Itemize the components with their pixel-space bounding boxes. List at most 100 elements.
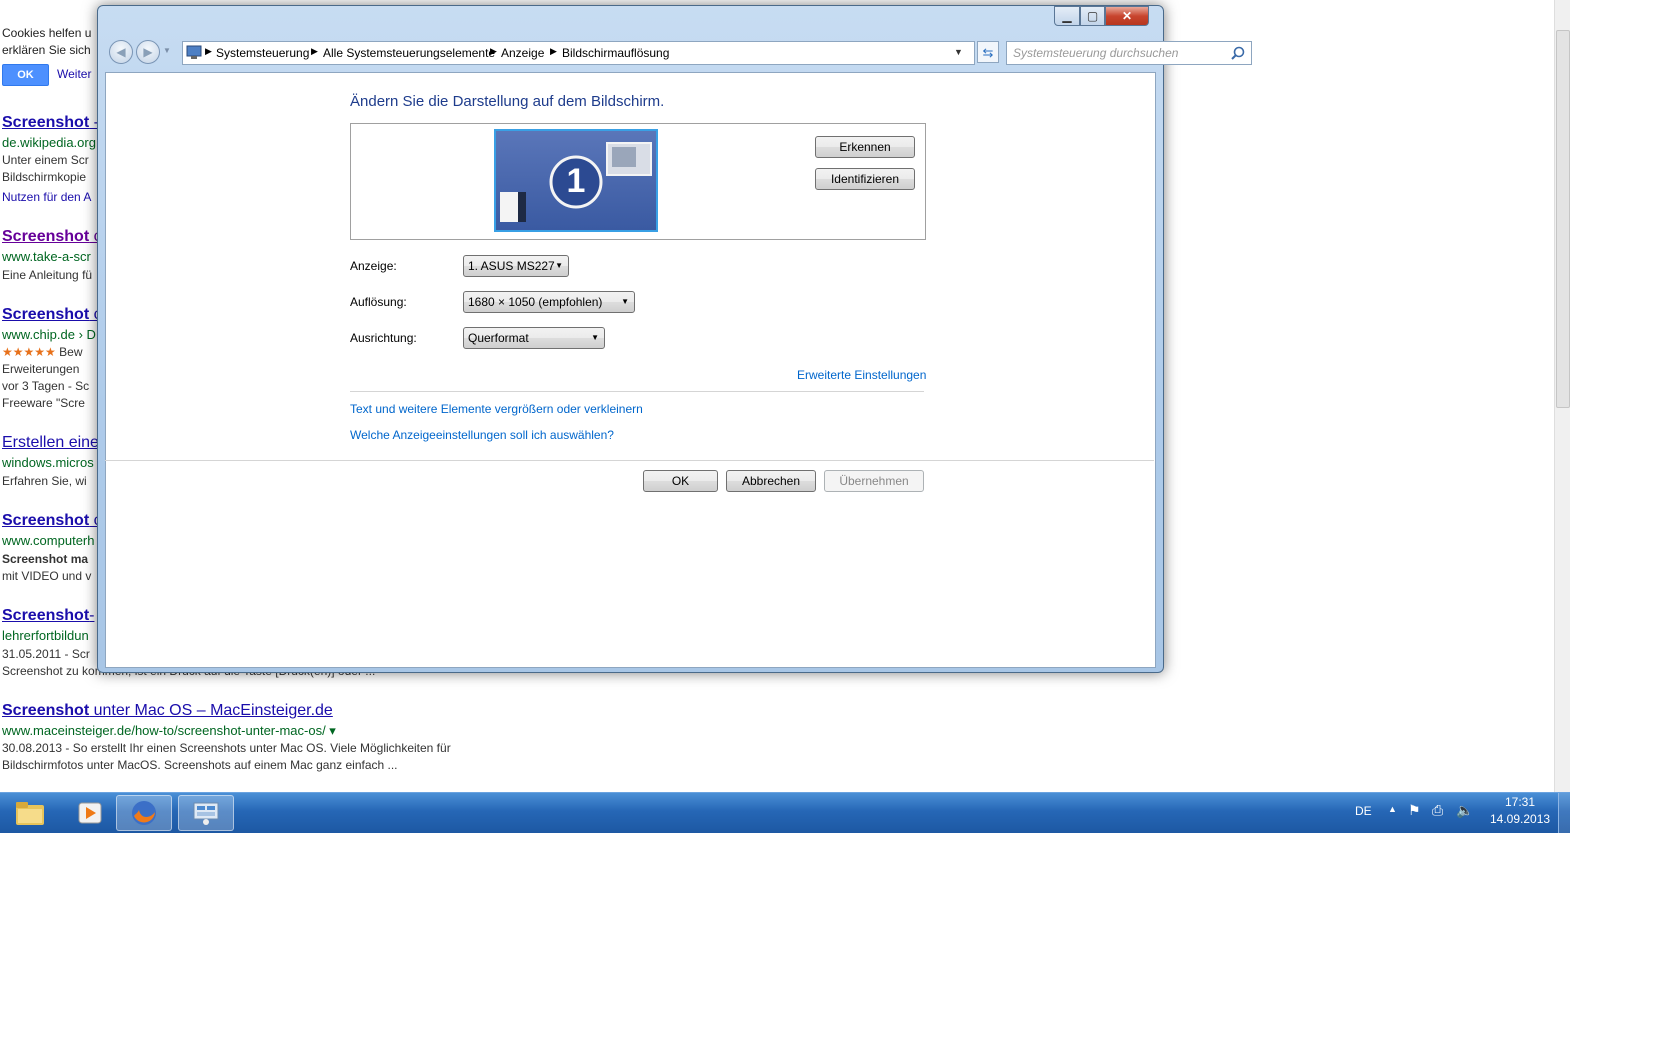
breadcrumb-chevron-icon: ▶ bbox=[550, 46, 557, 56]
minimize-button[interactable]: ▁ bbox=[1054, 6, 1080, 26]
control-panel-icon bbox=[186, 45, 202, 59]
refresh-button[interactable]: ⇆ bbox=[977, 41, 999, 63]
search-result-title[interactable]: Screenshot c bbox=[2, 228, 102, 246]
orientation-select-value: Querformat bbox=[468, 331, 529, 345]
search-result-title[interactable]: Screenshot- bbox=[2, 607, 94, 625]
search-result-title[interactable]: Screenshot - bbox=[2, 114, 99, 132]
breadcrumb-anzeige[interactable]: Anzeige bbox=[501, 46, 544, 60]
firefox-icon bbox=[132, 801, 156, 825]
display-select-value: 1. ASUS MS227 bbox=[468, 259, 555, 273]
taskbar-firefox-button[interactable] bbox=[116, 795, 172, 831]
search-result-title[interactable]: Screenshot c bbox=[2, 512, 102, 530]
forward-arrow-icon: ▶ bbox=[143, 45, 153, 59]
show-hidden-icons-arrow-icon[interactable]: ▲ bbox=[1388, 804, 1397, 814]
display-settings-icon bbox=[193, 802, 219, 825]
search-result-snippet: Freeware "Scre bbox=[2, 396, 85, 410]
display-label: Anzeige: bbox=[350, 259, 397, 273]
search-result-url: lehrerfortbildun bbox=[2, 628, 89, 643]
maximize-button[interactable]: ▢ bbox=[1080, 6, 1105, 26]
recent-pages-dropdown-icon[interactable]: ▼ bbox=[163, 46, 171, 55]
ok-button[interactable]: OK bbox=[643, 470, 718, 492]
search-result-snippet: Bildschirmfotos unter MacOS. Screenshots… bbox=[2, 758, 398, 772]
search-icon[interactable] bbox=[1231, 46, 1245, 60]
clock-time[interactable]: 17:31 bbox=[1505, 795, 1535, 809]
search-result-snippet: mit VIDEO und v bbox=[2, 569, 92, 583]
monitor-number: 1 bbox=[566, 162, 586, 200]
forward-button[interactable]: ▶ bbox=[136, 40, 160, 64]
taskbar-explorer-button[interactable] bbox=[2, 795, 58, 831]
search-result-sitelink[interactable]: Nutzen für den A bbox=[2, 190, 91, 204]
detect-button[interactable]: Erkennen bbox=[815, 136, 915, 158]
search-result-title[interactable]: Screenshot unter Mac OS – MacEinsteiger.… bbox=[2, 702, 333, 720]
maximize-icon: ▢ bbox=[1086, 9, 1099, 23]
back-button[interactable]: ◀ bbox=[109, 40, 133, 64]
page-scrollbar-thumb[interactable] bbox=[1556, 30, 1570, 408]
advanced-settings-link[interactable]: Erweiterte Einstellungen bbox=[797, 368, 926, 382]
cookie-notice-line1: Cookies helfen u bbox=[2, 26, 92, 40]
apply-button[interactable]: Übernehmen bbox=[824, 470, 924, 492]
resolution-label: Auflösung: bbox=[350, 295, 407, 309]
search-result-snippet: 30.08.2013 - So erstellt Ihr einen Scree… bbox=[2, 741, 451, 755]
clock-date[interactable]: 14.09.2013 bbox=[1490, 812, 1550, 826]
text-size-link[interactable]: Text und weitere Elemente vergrößern ode… bbox=[350, 402, 643, 416]
taskbar: DE ▲ ⚑ ⎙ 🔈 17:31 14.09.2013 bbox=[0, 792, 1571, 833]
breadcrumb-alle-elemente[interactable]: Alle Systemsteuerungselemente bbox=[323, 46, 495, 60]
search-result-snippet: 31.05.2011 - Scr bbox=[2, 647, 90, 661]
search-result-url: www.maceinsteiger.de/how-to/screenshot-u… bbox=[2, 723, 336, 738]
close-icon: ✕ bbox=[1121, 9, 1133, 23]
search-result-url: www.take-a-scr bbox=[2, 249, 91, 264]
language-indicator[interactable]: DE bbox=[1355, 804, 1372, 818]
volume-icon[interactable]: 🔈 bbox=[1456, 802, 1473, 819]
cancel-button[interactable]: Abbrechen bbox=[726, 470, 816, 492]
search-result-snippet: Erfahren Sie, wi bbox=[2, 474, 87, 488]
refresh-icon: ⇆ bbox=[982, 45, 994, 60]
back-arrow-icon: ◀ bbox=[116, 45, 126, 59]
cookie-notice-line2: erklären Sie sich bbox=[2, 43, 91, 57]
taskbar-mediaplayer-button[interactable] bbox=[62, 795, 118, 831]
resolution-select[interactable]: 1680 × 1050 (empfohlen) ▼ bbox=[463, 291, 635, 313]
search-result-snippet: Erweiterungen bbox=[2, 362, 80, 376]
search-result-url: windows.micros bbox=[2, 455, 94, 470]
monitor-1-thumbnail[interactable]: 1 bbox=[494, 129, 658, 232]
breadcrumb-systemsteuerung[interactable]: Systemsteuerung bbox=[216, 46, 309, 60]
breadcrumb-chevron-icon: ▶ bbox=[490, 46, 497, 56]
search-result-snippet: Eine Anleitung fü bbox=[2, 268, 93, 282]
search-result-snippet: vor 3 Tagen - Sc bbox=[2, 379, 90, 393]
which-settings-link[interactable]: Welche Anzeigeeinstellungen soll ich aus… bbox=[350, 428, 614, 442]
taskbar-controlpanel-button[interactable] bbox=[178, 795, 234, 831]
identify-button[interactable]: Identifizieren bbox=[815, 168, 915, 190]
search-result-title[interactable]: Screenshot c bbox=[2, 306, 102, 324]
footer-divider bbox=[105, 460, 1154, 461]
orientation-label: Ausrichtung: bbox=[350, 331, 417, 345]
search-input[interactable]: Systemsteuerung durchsuchen bbox=[1006, 41, 1252, 65]
chevron-down-icon: ▼ bbox=[621, 297, 629, 306]
search-result-title[interactable]: Erstellen eine bbox=[2, 434, 99, 452]
minimize-icon: ▁ bbox=[1062, 9, 1072, 23]
cookie-ok-button[interactable]: OK bbox=[2, 64, 49, 86]
search-result-url: www.computerh bbox=[2, 533, 95, 548]
section-divider bbox=[350, 391, 924, 392]
search-result-rating: ★★★★★ Bew bbox=[2, 345, 83, 359]
folder-icon bbox=[16, 802, 44, 825]
chevron-down-icon: ▼ bbox=[555, 261, 563, 270]
resolution-select-value: 1680 × 1050 (empfohlen) bbox=[468, 295, 603, 309]
orientation-select[interactable]: Querformat ▼ bbox=[463, 327, 605, 349]
address-dropdown-icon[interactable]: ▼ bbox=[954, 47, 963, 57]
search-result-snippet: Unter einem Scr bbox=[2, 153, 89, 167]
action-center-flag-icon[interactable]: ⚑ bbox=[1408, 802, 1421, 819]
media-player-icon bbox=[78, 802, 102, 824]
page-title: Ändern Sie die Darstellung auf dem Bilds… bbox=[350, 93, 665, 110]
search-result-url: de.wikipedia.org bbox=[2, 135, 96, 150]
address-bar[interactable]: ▶ Systemsteuerung ▶ Alle Systemsteuerung… bbox=[182, 41, 975, 65]
breadcrumb-bildschirmaufloesung[interactable]: Bildschirmauflösung bbox=[562, 46, 669, 60]
breadcrumb-chevron-icon: ▶ bbox=[311, 46, 318, 56]
display-select[interactable]: 1. ASUS MS227 ▼ bbox=[463, 255, 569, 277]
search-placeholder: Systemsteuerung durchsuchen bbox=[1013, 46, 1179, 60]
close-button[interactable]: ✕ bbox=[1105, 6, 1149, 26]
network-icon[interactable]: ⎙ bbox=[1432, 802, 1443, 819]
cookie-more-link[interactable]: Weiter bbox=[57, 67, 91, 81]
chevron-down-icon: ▼ bbox=[591, 333, 599, 342]
show-desktop-button[interactable] bbox=[1558, 793, 1571, 833]
search-result-snippet: Bildschirmkopie bbox=[2, 170, 87, 184]
breadcrumb-chevron-icon: ▶ bbox=[205, 46, 212, 56]
